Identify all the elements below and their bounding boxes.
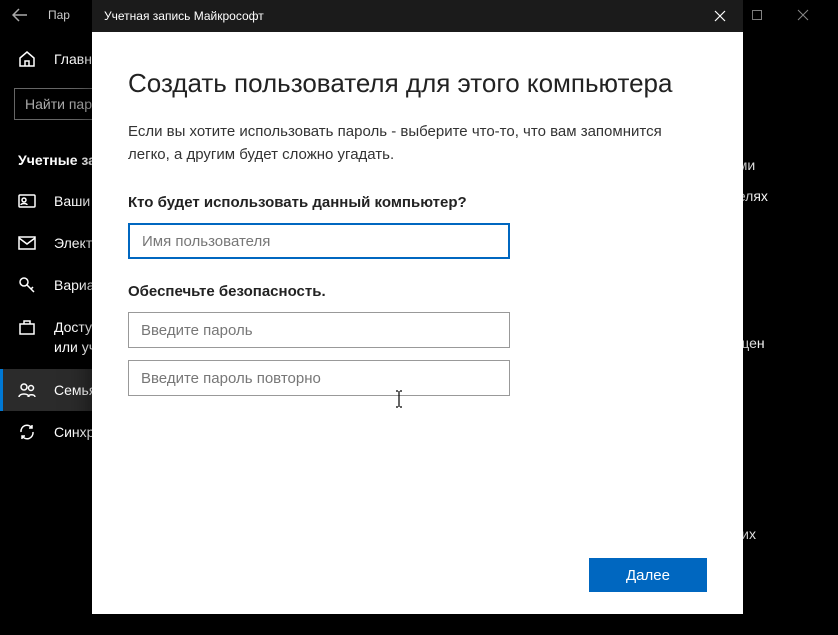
sync-icon (18, 423, 36, 441)
dialog-titlebar: Учетная запись Майкрософт (92, 0, 743, 32)
username-question: Кто будет использовать данный компьютер? (128, 194, 707, 211)
home-icon (18, 50, 36, 68)
username-input[interactable] (128, 223, 510, 259)
nav-label: Семья (54, 382, 96, 398)
people-icon (18, 381, 36, 399)
security-heading: Обеспечьте безопасность. (128, 283, 707, 300)
dialog-description: Если вы хотите использовать пароль - выб… (128, 121, 707, 166)
close-icon[interactable] (780, 0, 826, 30)
dialog-body: Создать пользователя для этого компьютер… (92, 32, 743, 540)
password-confirm-input[interactable] (128, 360, 510, 396)
id-card-icon (18, 192, 36, 210)
bg-title: Пар (48, 8, 70, 22)
dialog-close-button[interactable] (697, 0, 743, 32)
key-icon (18, 276, 36, 294)
dialog-heading: Создать пользователя для этого компьютер… (128, 68, 707, 99)
password-input[interactable] (128, 312, 510, 348)
back-icon[interactable] (12, 7, 28, 23)
mail-icon (18, 234, 36, 252)
search-placeholder: Найти пар (25, 96, 92, 112)
create-user-dialog: Учетная запись Майкрософт Создать пользо… (92, 0, 743, 614)
dialog-title: Учетная запись Майкрософт (104, 9, 264, 23)
briefcase-icon (18, 318, 36, 336)
dialog-footer: Далее (92, 540, 743, 614)
next-button[interactable]: Далее (589, 558, 707, 592)
